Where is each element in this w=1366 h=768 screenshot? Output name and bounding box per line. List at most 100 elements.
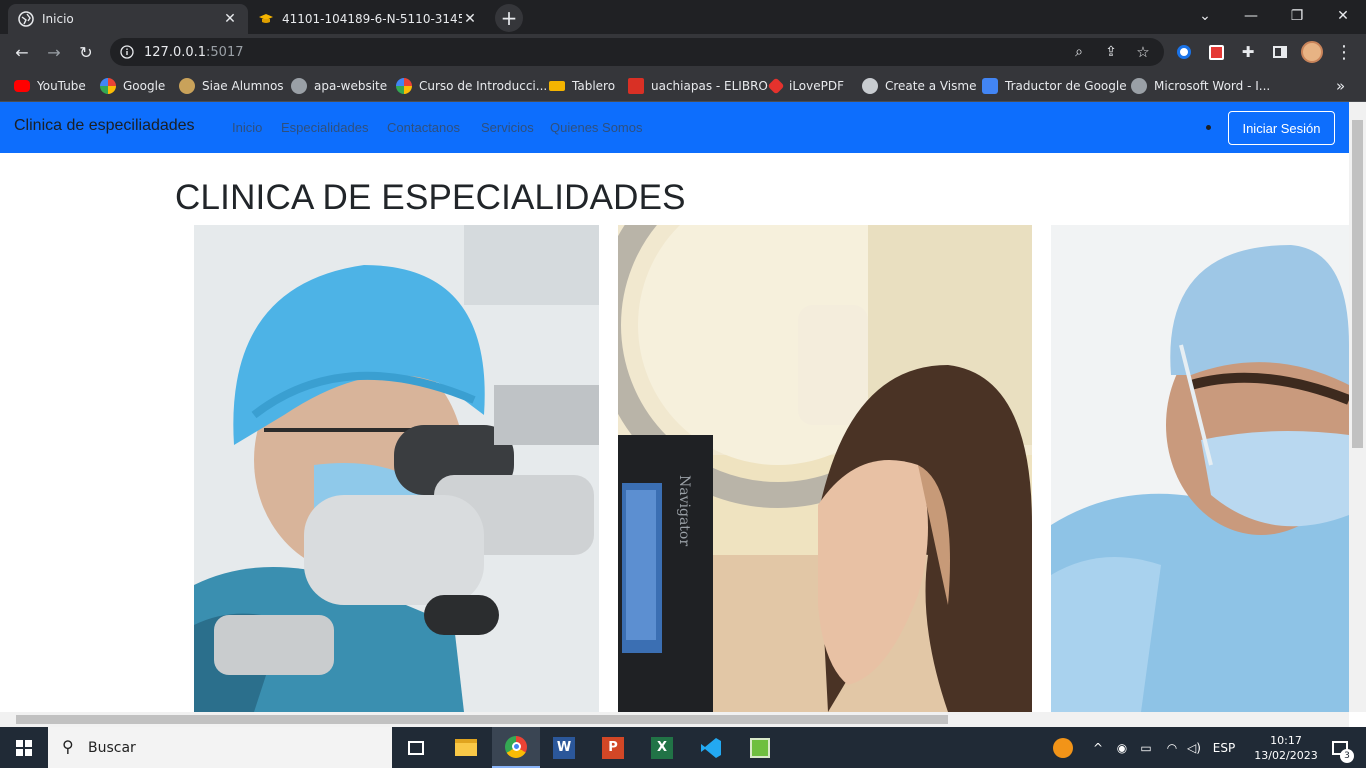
bookmark-label: Traductor de Google: [1005, 79, 1127, 93]
close-window-icon[interactable]: ✕: [1320, 0, 1366, 32]
file-explorer-icon[interactable]: [442, 727, 490, 768]
bookmark-label: YouTube: [37, 79, 86, 93]
bookmark-label: Create a Visme: [885, 79, 977, 93]
bookmark-youtube[interactable]: YouTube: [14, 76, 86, 96]
bookmark-tablero[interactable]: Tablero: [549, 76, 615, 96]
minimize-icon[interactable]: —: [1228, 0, 1274, 32]
nav-inicio[interactable]: Inicio: [232, 120, 262, 135]
bookmark-visme[interactable]: Create a Visme: [862, 76, 976, 96]
extension-red-icon[interactable]: [1204, 40, 1228, 64]
bookmark-word[interactable]: Microsoft Word - I...: [1131, 76, 1270, 96]
bookmark-label: Google: [123, 79, 166, 93]
date: 13/02/2023: [1254, 748, 1318, 762]
notifications-icon[interactable]: 3: [1322, 727, 1358, 768]
photo-ophthalmologist: [194, 225, 599, 712]
notification-count: 3: [1340, 749, 1354, 763]
tab-title: Inicio: [42, 12, 74, 26]
horizontal-scroll-thumb[interactable]: [16, 715, 948, 724]
nav-servicios[interactable]: Servicios: [481, 120, 534, 135]
powerpoint-icon[interactable]: P: [589, 727, 637, 768]
bookmarks-bar: YouTube Google Siae Alumnos apa-website …: [0, 70, 1366, 102]
puzzle-icon[interactable]: ✚: [1236, 40, 1260, 64]
page-content: Clinica de especiliadades Inicio Especia…: [0, 102, 1349, 712]
elibro-icon: [628, 78, 644, 94]
bookmark-label: uachiapas - ELIBRO: [651, 79, 768, 93]
graduation-cap-icon: [549, 81, 565, 91]
photo-surgeon: [1051, 225, 1349, 712]
task-view-icon[interactable]: [392, 727, 440, 768]
bookmark-curso[interactable]: Curso de Introducci...: [396, 76, 547, 96]
excel-icon[interactable]: X: [638, 727, 686, 768]
bookmark-apa[interactable]: apa-website: [291, 76, 387, 96]
nav-especialidades[interactable]: Especialidades: [281, 120, 368, 135]
horizontal-scrollbar[interactable]: [0, 712, 1349, 727]
restore-icon[interactable]: ❐: [1274, 0, 1320, 32]
wifi-icon[interactable]: ◠: [1162, 727, 1182, 768]
siae-icon: [179, 78, 195, 94]
tab-search-icon[interactable]: ⌄: [1182, 0, 1228, 32]
new-tab-button[interactable]: +: [495, 4, 523, 32]
tab-title: 41101-104189-6-N-5110-31452: [282, 12, 462, 26]
vscode-icon[interactable]: [687, 727, 735, 768]
vertical-scrollbar[interactable]: [1349, 102, 1366, 712]
bullet-dot: [1206, 125, 1211, 130]
bookmark-elibro[interactable]: uachiapas - ELIBRO: [628, 76, 768, 96]
bookmarks-overflow-icon[interactable]: »: [1336, 76, 1345, 96]
tab-inicio[interactable]: Inicio ✕: [8, 4, 248, 34]
weather-icon[interactable]: [1050, 727, 1076, 768]
clock[interactable]: 10:17 13/02/2023: [1250, 727, 1322, 768]
bookmark-label: Microsoft Word - I...: [1154, 79, 1271, 93]
word-icon[interactable]: W: [540, 727, 588, 768]
menu-icon[interactable]: ⋮: [1332, 40, 1356, 64]
star-icon[interactable]: ☆: [1131, 40, 1155, 64]
address-bar[interactable]: 127.0.0.1:5017: [110, 38, 1164, 66]
avatar[interactable]: [1300, 40, 1324, 64]
windows-taskbar: ⚲ Buscar W P X ^ ◉ ▭ ◠ ◁) ESP 10:17 13/0…: [0, 727, 1366, 768]
windows-start-icon[interactable]: [0, 727, 48, 768]
close-tab-icon[interactable]: ✕: [462, 11, 478, 27]
bookmark-label: iLovePDF: [789, 79, 845, 93]
google-icon: [100, 78, 116, 94]
login-button[interactable]: Iniciar Sesión: [1228, 111, 1335, 145]
time: 10:17: [1270, 733, 1302, 747]
site-brand[interactable]: Clinica de especiliadades: [14, 117, 195, 135]
vertical-scroll-thumb[interactable]: [1352, 120, 1363, 448]
reload-icon[interactable]: ↻: [74, 40, 98, 64]
chrome-icon[interactable]: [492, 727, 540, 768]
url-port: :5017: [206, 44, 244, 60]
nav-quienes-somos[interactable]: Quienes Somos: [550, 120, 643, 135]
bookmark-ilovepdf[interactable]: iLovePDF: [767, 76, 845, 96]
bookmark-siae[interactable]: Siae Alumnos: [179, 76, 284, 96]
graduation-cap-icon: [259, 14, 273, 23]
tab-document[interactable]: 41101-104189-6-N-5110-31452 ✕: [248, 4, 488, 34]
zoom-icon[interactable]: ⌕: [1067, 40, 1091, 64]
bookmark-google[interactable]: Google: [100, 76, 165, 96]
globe-icon: [18, 11, 34, 27]
bookmark-label: apa-website: [314, 79, 388, 93]
battery-icon[interactable]: ▭: [1136, 727, 1156, 768]
share-icon[interactable]: ⇪: [1099, 40, 1123, 64]
tab-strip: Inicio ✕ 41101-104189-6-N-5110-31452 ✕ +…: [0, 0, 1366, 34]
bookmark-label: Tablero: [572, 79, 616, 93]
side-panel-icon[interactable]: [1268, 40, 1292, 64]
heart-icon: [767, 77, 785, 95]
nav-contactanos[interactable]: Contactanos: [387, 120, 460, 135]
volume-icon[interactable]: ◁): [1184, 727, 1204, 768]
project-icon[interactable]: [736, 727, 784, 768]
forward-icon[interactable]: →: [42, 40, 66, 64]
photo-ct-technician: Navigator: [618, 225, 1032, 712]
close-tab-icon[interactable]: ✕: [222, 11, 238, 27]
extension-blue-icon[interactable]: [1172, 40, 1196, 64]
search-placeholder: Buscar: [88, 739, 136, 756]
bookmark-label: Curso de Introducci...: [419, 79, 548, 93]
translate-icon: [982, 78, 998, 94]
language-indicator[interactable]: ESP: [1212, 727, 1236, 768]
taskbar-search[interactable]: ⚲ Buscar: [48, 727, 392, 768]
bookmark-traductor[interactable]: Traductor de Google: [982, 76, 1127, 96]
info-icon[interactable]: [120, 45, 134, 59]
back-icon[interactable]: ←: [10, 40, 34, 64]
chevron-up-icon[interactable]: ^: [1090, 727, 1106, 768]
security-icon[interactable]: ◉: [1112, 727, 1132, 768]
bookmark-label: Siae Alumnos: [202, 79, 284, 93]
monitor-label: Navigator: [676, 475, 692, 546]
